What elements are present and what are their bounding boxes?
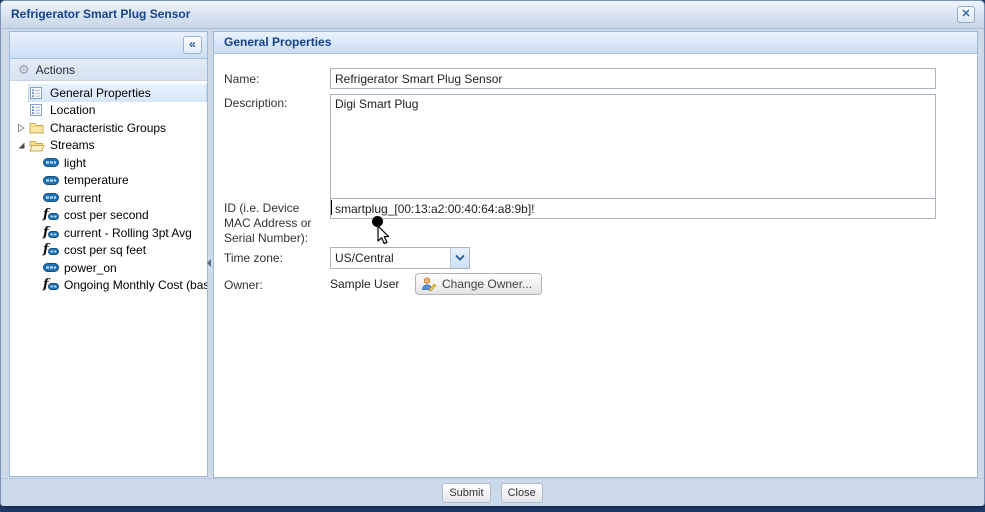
tree-item-ongoing-monthly-cost-bas[interactable]: f Ongoing Monthly Cost (bas... <box>10 277 207 295</box>
tree-item-characteristic-groups[interactable]: Characteristic Groups <box>10 119 207 137</box>
tree-item-label: current <box>64 191 105 205</box>
chevron-down-icon <box>454 253 466 263</box>
text-caret <box>331 200 332 215</box>
owner-label: Owner: <box>224 278 263 293</box>
calculated-stream-icon: f <box>43 228 59 238</box>
panel-title: General Properties <box>214 32 977 54</box>
panel-splitter[interactable] <box>209 31 212 477</box>
timezone-dropdown-trigger[interactable] <box>450 248 469 268</box>
stream-icon <box>43 158 59 167</box>
tree-item-streams[interactable]: Streams <box>10 137 207 155</box>
tree-item-label: power_on <box>64 261 121 275</box>
tree-item-current-rolling-3pt-avg[interactable]: f current - Rolling 3pt Avg <box>10 224 207 242</box>
description-textarea[interactable]: Digi Smart Plug <box>330 94 936 199</box>
stream-icon <box>43 193 59 202</box>
dialog-window: Refrigerator Smart Plug Sensor ✕ « ⚙ Act… <box>0 0 985 506</box>
owner-value: Sample User <box>330 277 399 291</box>
form-icon <box>29 86 43 100</box>
chevron-double-left-icon: « <box>189 37 196 51</box>
sidebar-panel: « ⚙ Actions General Properties Location Ch… <box>9 31 208 477</box>
close-button[interactable]: Close <box>501 483 543 503</box>
expander-collapsed-icon[interactable] <box>17 123 26 133</box>
tree-item-current[interactable]: current <box>10 189 207 207</box>
name-input[interactable] <box>330 68 936 89</box>
collapse-sidebar-button[interactable]: « <box>183 36 202 54</box>
navigation-tree: General Properties Location Characteristic… <box>10 81 207 294</box>
timezone-selected-value: US/Central <box>331 248 450 268</box>
splitter-collapse-icon <box>207 259 211 267</box>
tree-item-label: Ongoing Monthly Cost (bas... <box>64 278 207 292</box>
page-background: { "window": { "title": "Refrigerator Sma… <box>0 0 985 512</box>
folder-icon <box>29 121 44 134</box>
stream-icon <box>43 176 59 185</box>
tree-item-label: Streams <box>50 138 99 152</box>
calculated-stream-icon: f <box>43 210 59 220</box>
id-label: ID (i.e. Device MAC Address or Serial Nu… <box>224 201 324 246</box>
user-edit-icon <box>421 276 437 292</box>
tree-item-label: General Properties <box>50 86 155 100</box>
tree-item-label: Characteristic Groups <box>50 121 170 135</box>
timezone-label: Time zone: <box>224 251 283 266</box>
timezone-select[interactable]: US/Central <box>330 247 470 269</box>
tree-item-label: Location <box>50 103 99 117</box>
actions-label: Actions <box>36 63 75 77</box>
calculated-stream-icon: f <box>43 245 59 255</box>
description-label: Description: <box>224 96 287 111</box>
id-input[interactable] <box>330 198 936 219</box>
calculated-stream-icon: f <box>43 280 59 290</box>
change-owner-label: Change Owner... <box>442 277 532 291</box>
close-window-button[interactable]: ✕ <box>957 6 975 23</box>
tree-item-light[interactable]: light <box>10 154 207 172</box>
stream-icon <box>43 263 59 272</box>
folder-open-icon <box>29 139 45 152</box>
title-bar: Refrigerator Smart Plug Sensor ✕ <box>1 1 984 29</box>
tree-item-general-properties[interactable]: General Properties <box>10 84 207 102</box>
general-properties-panel: General Properties Name: Description: Di… <box>213 31 978 478</box>
change-owner-button[interactable]: Change Owner... <box>415 273 542 295</box>
tree-item-cost-per-second[interactable]: f cost per second <box>10 207 207 225</box>
footer-toolbar: Submit Close <box>1 478 984 506</box>
tree-item-power-on[interactable]: power_on <box>10 259 207 277</box>
gear-icon: ⚙ <box>18 63 30 76</box>
tree-item-location[interactable]: Location <box>10 102 207 120</box>
submit-button[interactable]: Submit <box>442 483 490 503</box>
tree-item-label: current - Rolling 3pt Avg <box>64 226 196 240</box>
window-title: Refrigerator Smart Plug Sensor <box>11 1 190 27</box>
sidebar-header: « <box>10 32 207 59</box>
close-icon: ✕ <box>961 8 970 20</box>
tree-item-label: cost per second <box>64 208 153 222</box>
tree-item-label: light <box>64 156 90 170</box>
tree-item-label: cost per sq feet <box>64 243 150 257</box>
name-label: Name: <box>224 72 259 87</box>
mouse-cursor <box>377 225 392 251</box>
actions-menu-header[interactable]: ⚙ Actions <box>10 59 207 81</box>
tree-item-label: temperature <box>64 173 133 187</box>
tree-item-temperature[interactable]: temperature <box>10 172 207 190</box>
expander-expanded-icon[interactable] <box>17 141 26 150</box>
tree-item-cost-per-sq-feet[interactable]: f cost per sq feet <box>10 242 207 260</box>
form-icon <box>29 103 43 117</box>
